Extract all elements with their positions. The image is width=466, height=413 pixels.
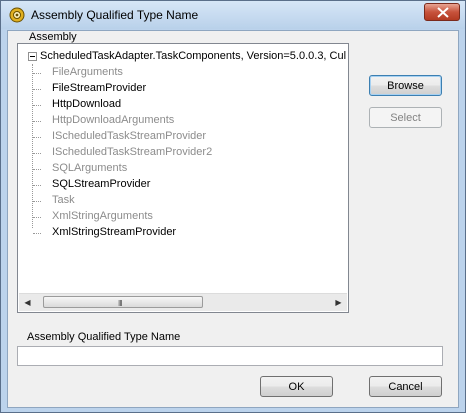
tree-item[interactable]: HttpDownloadArguments [52,114,174,126]
assembly-tree[interactable]: ScheduledTaskAdapter.TaskComponents, Ver… [17,43,349,313]
type-name-label: Assembly Qualified Type Name [27,331,181,343]
tree-branch-line [33,217,41,218]
tree-branch-line [33,121,41,122]
ok-button[interactable]: OK [260,376,333,397]
cancel-button[interactable]: Cancel [369,376,442,397]
title-bar[interactable]: Assembly Qualified Type Name [1,1,465,29]
tree-branch-line [33,73,41,74]
select-button[interactable]: Select [369,107,442,128]
scroll-right-icon[interactable]: ▶ [330,294,347,311]
gear-icon [9,7,25,23]
assembly-group-label: Assembly [29,31,77,43]
tree-item[interactable]: SQLStreamProvider [52,178,150,190]
tree-root-assembly[interactable]: ScheduledTaskAdapter.TaskComponents, Ver… [40,50,346,62]
horizontal-scrollbar[interactable]: ◀ III ▶ [19,293,347,311]
tree-branch-line [33,185,41,186]
tree-item[interactable]: IScheduledTaskStreamProvider2 [52,146,212,158]
tree-branch-line [33,233,41,234]
browse-button[interactable]: Browse [369,75,442,96]
tree-branch-line [33,169,41,170]
tree-branch-line [33,153,41,154]
tree-branch-line [33,105,41,106]
tree-branch-line [33,137,41,138]
collapse-toggle[interactable] [28,52,37,61]
tree-item[interactable]: HttpDownload [52,98,121,110]
tree-item[interactable]: XmlStringStreamProvider [52,226,176,238]
scroll-left-icon[interactable]: ◀ [19,294,36,311]
tree-item[interactable]: SQLArguments [52,162,127,174]
close-button[interactable] [424,3,460,21]
type-name-input[interactable] [17,346,443,366]
tree-item[interactable]: FileArguments [52,66,123,78]
dialog-window: Assembly Qualified Type Name Assembly Sc… [0,0,466,413]
tree-item[interactable]: Task [52,194,75,206]
tree-branch-line [33,201,41,202]
tree-item[interactable]: XmlStringArguments [52,210,153,222]
tree-item[interactable]: FileStreamProvider [52,82,146,94]
close-icon [437,7,449,18]
tree-branch-line [33,89,41,90]
scroll-grip: III [118,299,123,308]
window-title: Assembly Qualified Type Name [31,8,199,22]
scroll-thumb[interactable]: III [43,296,203,308]
tree-item[interactable]: IScheduledTaskStreamProvider [52,130,206,142]
